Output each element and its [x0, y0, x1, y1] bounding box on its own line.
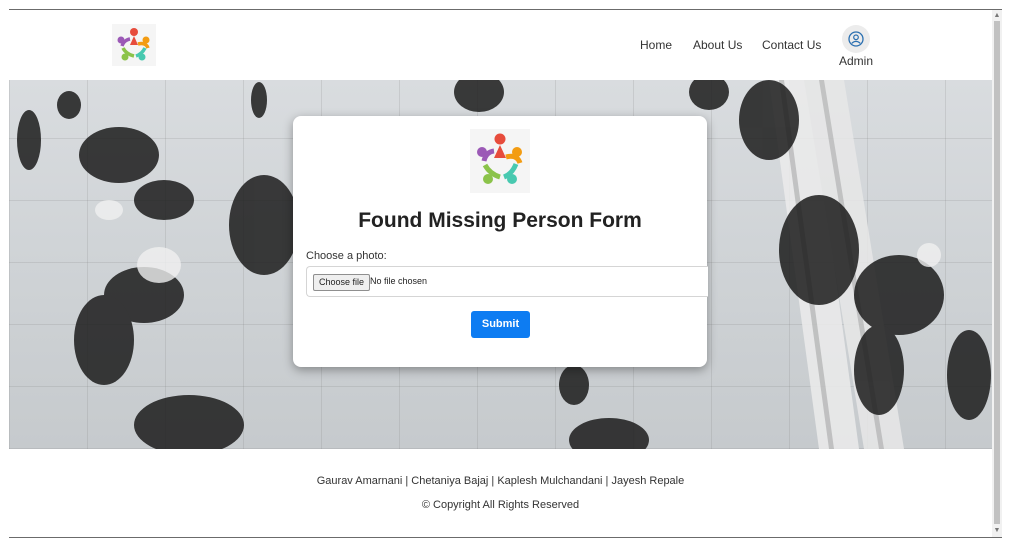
- nav-contact-link[interactable]: Contact Us: [762, 38, 821, 52]
- browser-viewport: Home About Us Contact Us Admin Found Mis…: [9, 9, 1002, 538]
- admin-label: Admin: [838, 54, 873, 68]
- footer-copyright: © Copyright All Rights Reserved: [421, 499, 580, 511]
- people-circle-logo-icon: [470, 129, 530, 193]
- scroll-up-arrow-icon[interactable]: ▲: [992, 11, 1002, 21]
- submit-button[interactable]: Submit: [471, 311, 530, 338]
- user-circle-icon: [842, 25, 870, 53]
- scroll-thumb[interactable]: [994, 21, 1000, 524]
- logo-icon[interactable]: [112, 24, 156, 66]
- footer-authors: Gaurav Amarnani | Chetaniya Bajaj | Kapl…: [316, 475, 685, 487]
- scroll-down-arrow-icon[interactable]: ▼: [992, 526, 1002, 536]
- vertical-scrollbar[interactable]: ▲ ▼: [992, 10, 1002, 537]
- photo-label: Choose a photo:: [306, 250, 387, 262]
- missing-person-form-card: Found Missing Person Form Choose a photo…: [293, 116, 708, 367]
- navbar: Home About Us Contact Us Admin: [9, 10, 992, 80]
- footer: Gaurav Amarnani | Chetaniya Bajaj | Kapl…: [9, 449, 992, 537]
- form-title: Found Missing Person Form: [358, 209, 642, 232]
- nav-home-link[interactable]: Home: [640, 38, 672, 52]
- admin-menu[interactable]: Admin: [838, 25, 874, 68]
- photo-file-input[interactable]: Choose file No file chosen: [306, 266, 708, 297]
- nav-about-link[interactable]: About Us: [693, 38, 742, 52]
- choose-file-button[interactable]: Choose file: [313, 274, 371, 291]
- file-status-text: No file chosen: [370, 276, 428, 286]
